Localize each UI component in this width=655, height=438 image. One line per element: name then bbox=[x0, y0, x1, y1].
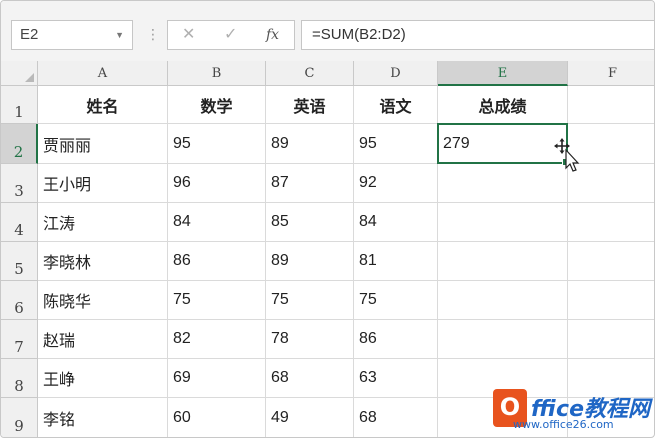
column-header[interactable]: E bbox=[438, 61, 568, 86]
table-cell[interactable]: 89 bbox=[266, 124, 354, 164]
column-header[interactable]: B bbox=[168, 61, 266, 86]
table-cell[interactable]: 63 bbox=[354, 359, 438, 398]
table-cell[interactable]: 279 bbox=[438, 124, 568, 164]
table-cell[interactable]: 75 bbox=[266, 281, 354, 320]
table-cell[interactable]: 86 bbox=[168, 242, 266, 281]
table-header-cell[interactable]: 姓名 bbox=[38, 86, 168, 124]
move-cursor-icon bbox=[554, 138, 580, 172]
table-cell[interactable]: 江涛 bbox=[38, 203, 168, 242]
table-cell[interactable]: 89 bbox=[266, 242, 354, 281]
table-cell[interactable] bbox=[438, 281, 568, 320]
table-cell[interactable] bbox=[568, 164, 654, 203]
table-header-cell[interactable]: 数学 bbox=[168, 86, 266, 124]
table-cell[interactable]: 96 bbox=[168, 164, 266, 203]
row-number: 9 bbox=[14, 417, 24, 435]
table-cell[interactable]: 68 bbox=[266, 359, 354, 398]
table-cell[interactable]: 81 bbox=[354, 242, 438, 281]
table-header-cell[interactable] bbox=[568, 86, 654, 124]
row-number: 1 bbox=[14, 103, 24, 121]
row-number: 4 bbox=[14, 221, 24, 239]
table-cell[interactable]: 84 bbox=[354, 203, 438, 242]
logo-badge-letter: O bbox=[499, 393, 521, 421]
row-number: 2 bbox=[13, 143, 24, 161]
select-all-button[interactable] bbox=[1, 61, 38, 86]
table-cell[interactable]: 69 bbox=[168, 359, 266, 398]
table-cell[interactable] bbox=[568, 203, 654, 242]
table-cell[interactable] bbox=[568, 124, 654, 164]
name-box-value: E2 bbox=[20, 26, 39, 43]
row-header[interactable]: 7 bbox=[1, 320, 38, 359]
table-cell[interactable]: 85 bbox=[266, 203, 354, 242]
table-cell[interactable] bbox=[568, 320, 654, 359]
row-header[interactable]: 4 bbox=[1, 203, 38, 242]
table-cell[interactable]: 86 bbox=[354, 320, 438, 359]
table-cell[interactable]: 李铭 bbox=[38, 398, 168, 437]
table-cell[interactable] bbox=[438, 320, 568, 359]
formula-input[interactable]: =SUM(B2:D2) bbox=[301, 20, 654, 50]
formula-buttons: ✕ ✓ fx bbox=[167, 20, 295, 50]
table-cell[interactable]: 78 bbox=[266, 320, 354, 359]
table-cell[interactable] bbox=[568, 242, 654, 281]
row-header[interactable]: 9 bbox=[1, 398, 38, 437]
column-header[interactable]: F bbox=[568, 61, 654, 86]
insert-function-icon[interactable]: fx bbox=[266, 21, 279, 49]
table-cell[interactable]: 赵瑞 bbox=[38, 320, 168, 359]
row-header[interactable]: 5 bbox=[1, 242, 38, 281]
table-cell[interactable]: 95 bbox=[354, 124, 438, 164]
table-cell[interactable]: 贾丽丽 bbox=[38, 124, 168, 164]
column-header[interactable]: A bbox=[38, 61, 168, 86]
row-header[interactable]: 2 bbox=[1, 124, 38, 164]
table-cell[interactable]: 92 bbox=[354, 164, 438, 203]
table-header-cell[interactable]: 总成绩 bbox=[438, 86, 568, 124]
row-header[interactable]: 8 bbox=[1, 359, 38, 398]
table-cell[interactable] bbox=[568, 281, 654, 320]
cancel-icon[interactable]: ✕ bbox=[182, 21, 195, 49]
table-cell[interactable] bbox=[438, 164, 568, 203]
watermark-logo: O ffice教程网 www.office26.com bbox=[489, 387, 653, 435]
chevron-down-icon[interactable]: ▼ bbox=[115, 21, 124, 49]
table-cell[interactable]: 68 bbox=[354, 398, 438, 437]
table-cell[interactable]: 49 bbox=[266, 398, 354, 437]
row-number: 6 bbox=[14, 299, 24, 317]
table-cell[interactable]: 95 bbox=[168, 124, 266, 164]
column-header[interactable]: D bbox=[354, 61, 438, 86]
table-cell[interactable]: 87 bbox=[266, 164, 354, 203]
table-cell[interactable] bbox=[438, 203, 568, 242]
select-all-icon bbox=[25, 73, 34, 82]
table-header-cell[interactable]: 语文 bbox=[354, 86, 438, 124]
enter-icon[interactable]: ✓ bbox=[224, 21, 237, 49]
row-number: 7 bbox=[14, 338, 24, 356]
row-header[interactable]: 3 bbox=[1, 164, 38, 203]
table-cell[interactable]: 李晓林 bbox=[38, 242, 168, 281]
more-options-icon[interactable]: ⋮ bbox=[146, 25, 160, 43]
row-header[interactable]: 6 bbox=[1, 281, 38, 320]
spreadsheet-window: E2 ▼ ⋮ ✕ ✓ fx =SUM(B2:D2) ABCDEF12345678… bbox=[0, 0, 655, 438]
name-box[interactable]: E2 ▼ bbox=[11, 20, 133, 50]
table-cell[interactable] bbox=[438, 242, 568, 281]
table-cell[interactable]: 75 bbox=[354, 281, 438, 320]
row-header[interactable]: 1 bbox=[1, 86, 38, 124]
table-cell[interactable]: 王峥 bbox=[38, 359, 168, 398]
table-cell[interactable]: 82 bbox=[168, 320, 266, 359]
formula-bar-area: E2 ▼ ⋮ ✕ ✓ fx =SUM(B2:D2) bbox=[1, 1, 654, 62]
table-cell[interactable]: 84 bbox=[168, 203, 266, 242]
logo-url: www.office26.com bbox=[513, 418, 614, 431]
table-cell[interactable]: 王小明 bbox=[38, 164, 168, 203]
column-header[interactable]: C bbox=[266, 61, 354, 86]
table-cell[interactable]: 60 bbox=[168, 398, 266, 437]
table-cell[interactable]: 75 bbox=[168, 281, 266, 320]
row-number: 8 bbox=[14, 377, 24, 395]
table-cell[interactable]: 陈晓华 bbox=[38, 281, 168, 320]
table-header-cell[interactable]: 英语 bbox=[266, 86, 354, 124]
row-number: 5 bbox=[14, 260, 24, 278]
row-number: 3 bbox=[14, 182, 24, 200]
